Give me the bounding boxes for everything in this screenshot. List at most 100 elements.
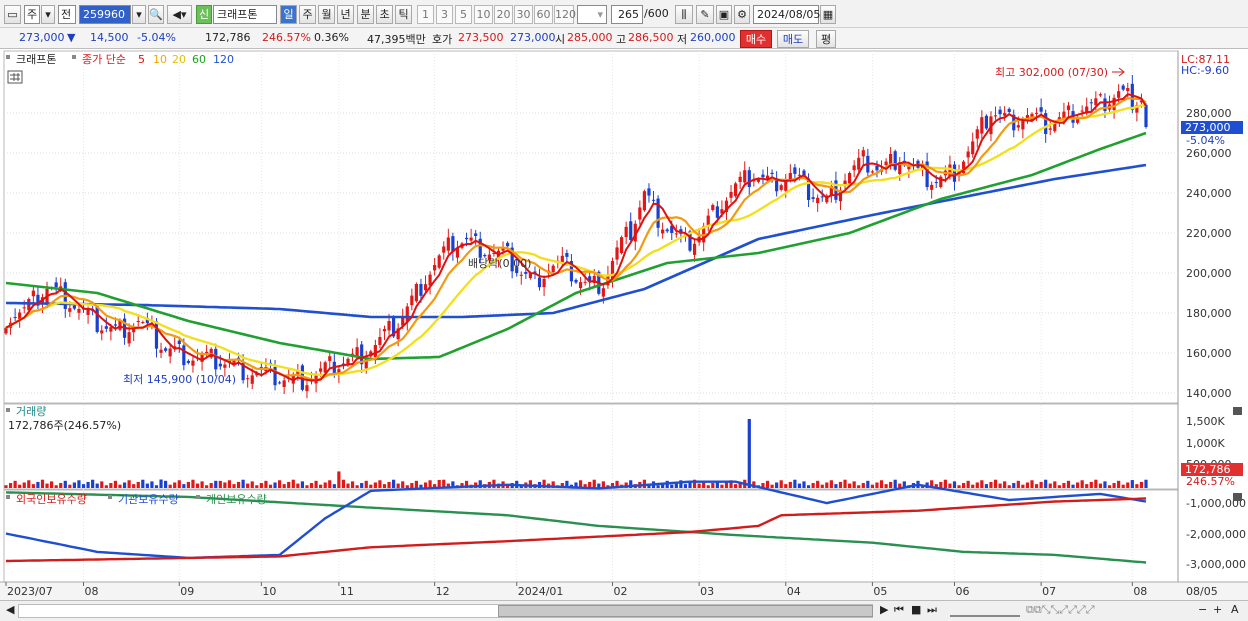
eval-button[interactable]: 평 [816,30,836,48]
interval-30[interactable]: 30 [514,5,533,24]
toolbar: ▭ 주 ▾ 전 259960 ▾ 🔍 ◀▾ 신 크래프톤 일 주 월 년 분 초… [0,0,1248,28]
candle-body [820,196,824,198]
legend-bullet [6,55,10,59]
volume-bar [45,483,49,488]
x-axis-label: 06 [955,585,969,598]
candle-body [1048,128,1052,130]
candle-icon[interactable]: ⫼ [675,5,693,24]
legend-ma60[interactable]: 60 [192,53,206,66]
volume-bar [889,481,893,488]
legend-ma20[interactable]: 20 [172,53,186,66]
play-icon[interactable]: ▶ [880,603,888,616]
x-axis-label: 2023/07 [7,585,53,598]
volume-bar [282,484,286,488]
tab-tick[interactable]: 틱 [395,5,412,24]
tab-month[interactable]: 월 [318,5,335,24]
candle-body [282,380,286,387]
candle-body [848,173,852,184]
tab-second[interactable]: 초 [376,5,393,24]
close-pane-icon[interactable] [1233,493,1242,501]
candle-body [141,322,145,324]
interval-120[interactable]: 120 [554,5,576,24]
count-input[interactable]: 265 [611,5,643,24]
legend-individual[interactable]: 개인보유수량 [206,493,267,506]
calendar-icon[interactable]: ▦ [820,5,836,24]
code-dropdown-icon[interactable]: ▾ [132,5,146,24]
legend-ma5[interactable]: 5 [138,53,145,66]
volume-bar [1003,481,1007,488]
chevron-down-icon[interactable]: ▾ [41,5,55,24]
interval-1[interactable]: 1 [417,5,434,24]
candle-body [68,308,72,312]
volume-bar [797,483,802,488]
zoom-out-icon[interactable]: − [1198,603,1207,616]
x-axis-label: 03 [700,585,714,598]
last-page-icon[interactable]: ⏭ [927,603,937,617]
search-icon[interactable]: 🔍 [148,5,164,24]
save-icon[interactable]: ▣ [716,5,732,24]
candle-body [159,349,163,353]
tab-day[interactable]: 일 [280,5,297,24]
legend-stock-name[interactable]: 크래프톤 [16,53,56,66]
chart-menu-icon[interactable]: ▭ [4,5,21,24]
code-input[interactable]: 259960 [79,5,131,24]
candle-body [729,192,733,198]
volume-bar [779,480,783,488]
legend-foreign[interactable]: 외국인보유수량 [16,493,87,506]
volume-bar [1071,484,1075,488]
first-page-icon[interactable]: ⏮ [894,603,904,617]
volume-bar [373,482,377,488]
price-axis-label: 220,000 [1186,227,1232,240]
legend-ma10[interactable]: 10 [153,53,167,66]
volume-bar [816,480,820,488]
speaker-icon[interactable]: ◀▾ [167,5,192,24]
volume-bar [22,482,26,488]
tab-minute[interactable]: 분 [357,5,374,24]
tab-week[interactable]: 주 [299,5,316,24]
volume-bar [205,485,209,488]
tab-year[interactable]: 년 [337,5,354,24]
volume-bar [268,484,273,488]
volume-bar [1025,482,1030,488]
volume-bar [27,480,31,488]
buy-button[interactable]: 매수 [740,30,772,48]
chart-tool-icons[interactable]: ⧉⧉⤡⤡⤢⤢⤢⤢ [1026,603,1095,617]
period-mode[interactable]: 전 [58,5,76,24]
stop-icon[interactable]: ■ [911,603,921,616]
legend-price-label[interactable]: 종가 단순 [82,53,126,66]
scrollbar-thumb[interactable] [498,605,873,617]
gear-icon[interactable]: ⚙ [734,5,750,24]
legend-institution[interactable]: 기관보유수량 [118,493,179,506]
sell-button[interactable]: 매도 [777,30,809,48]
candle-body [1144,104,1148,127]
holdings-axis-3m: -3,000,000 [1186,558,1246,571]
interval-60[interactable]: 60 [534,5,553,24]
chart-area[interactable]: 크래프톤 종가 단순 5 10 20 60 120 최고 302,000 (07… [0,49,1248,600]
volume-last-rate: 246.57% [1186,475,1235,488]
volume-bar [150,481,154,488]
text-size-icon[interactable]: A [1231,603,1239,616]
zoom-slider[interactable] [950,605,1020,617]
interval-custom[interactable]: ▾ [577,5,607,24]
volume-title[interactable]: 거래량 [16,405,46,418]
scroll-left-icon[interactable]: ◀ [6,603,14,616]
candle-body [743,170,747,183]
interval-3[interactable]: 3 [436,5,453,24]
interval-20[interactable]: 20 [494,5,513,24]
interval-5[interactable]: 5 [455,5,472,24]
high-price: 286,500 [628,31,674,44]
interval-10[interactable]: 10 [474,5,493,24]
market-select[interactable]: 주 [24,5,40,24]
candle-body [665,229,669,232]
legend-ma120[interactable]: 120 [213,53,234,66]
volume-bar [1121,484,1125,488]
candle-body [583,281,587,283]
zoom-in-icon[interactable]: + [1213,603,1222,616]
tool-icon[interactable]: ✎ [696,5,714,24]
close-pane-icon[interactable] [1233,407,1242,415]
candle-body [113,324,118,326]
volume-bar [747,419,751,488]
date-input[interactable]: 2024/08/05 [753,5,820,24]
grid-toggle-icon[interactable] [7,70,23,84]
volume-bar [1135,484,1139,488]
